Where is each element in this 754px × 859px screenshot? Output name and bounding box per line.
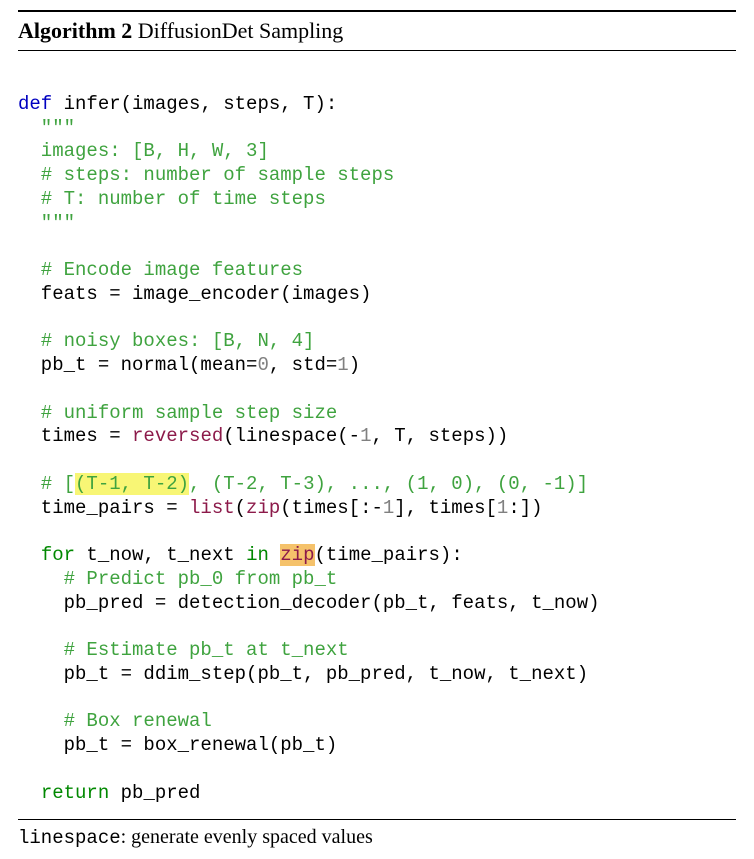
comment-line: # Estimate pb_t at t_next (18, 639, 349, 661)
docstring-line: # steps: number of sample steps (18, 164, 394, 186)
docstring-line: # T: number of time steps (18, 188, 326, 210)
algorithm-label: Algorithm 2 (18, 18, 132, 43)
code-line: pb_pred = detection_decoder(pb_t, feats,… (18, 592, 600, 614)
comment-line: # Encode image features (18, 259, 303, 281)
footnote: linespace: generate evenly spaced values (18, 820, 736, 849)
comment-line: # Predict pb_0 from pb_t (18, 568, 337, 590)
comment-line: # noisy boxes: [B, N, 4] (18, 330, 314, 352)
code-line: pb_t = normal(mean=0, std=1) (18, 354, 360, 376)
code-line: pb_t = ddim_step(pb_t, pb_pred, t_now, t… (18, 663, 588, 685)
algorithm-header: Algorithm 2 DiffusionDet Sampling (18, 10, 736, 51)
code-line: for t_now, t_next in zip(time_pairs): (18, 544, 463, 566)
highlight-zip: zip (280, 544, 314, 566)
comment-line: # uniform sample step size (18, 402, 337, 424)
code-line: time_pairs = list(zip(times[:-1], times[… (18, 497, 543, 519)
code-listing: def infer(images, steps, T): """ images:… (18, 51, 736, 820)
code-line: return pb_pred (18, 782, 200, 804)
code-line: pb_t = box_renewal(pb_t) (18, 734, 337, 756)
docstring-close: """ (18, 212, 75, 234)
comment-line: # Box renewal (18, 710, 212, 732)
keyword-def: def (18, 93, 52, 115)
function-signature: infer(images, steps, T): (52, 93, 337, 115)
algorithm-block: Algorithm 2 DiffusionDet Sampling def in… (18, 10, 736, 849)
algorithm-title: DiffusionDet Sampling (132, 18, 343, 43)
docstring-open: """ (18, 117, 75, 139)
highlight-range: (T-1, T-2) (75, 473, 189, 495)
footnote-desc: : generate evenly spaced values (121, 826, 373, 848)
code-line: times = reversed(linespace(-1, T, steps)… (18, 425, 508, 447)
footnote-term: linespace (18, 827, 121, 849)
docstring-line: images: [B, H, W, 3] (18, 140, 269, 162)
comment-line: # [(T-1, T-2), (T-2, T-3), ..., (1, 0), … (18, 473, 588, 495)
code-line: feats = image_encoder(images) (18, 283, 371, 305)
